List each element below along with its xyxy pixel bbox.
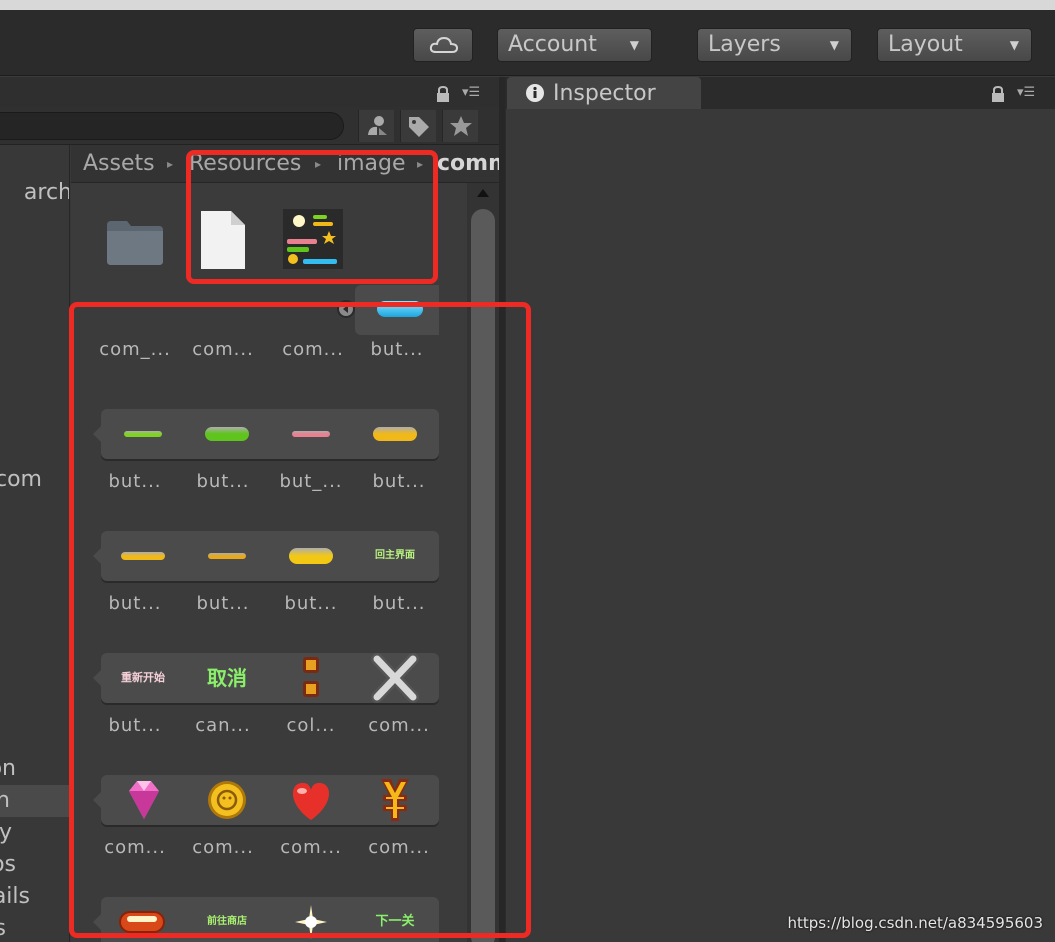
layers-dropdown[interactable]: Layers ▼ — [697, 28, 852, 62]
info-icon — [526, 84, 544, 102]
layout-label: Layout — [888, 32, 963, 57]
account-dropdown[interactable]: Account ▼ — [497, 28, 652, 62]
folder-icon — [107, 221, 163, 265]
filter-by-type-button[interactable] — [358, 110, 394, 142]
inspector-header: Inspector ▾☰ — [505, 77, 1055, 109]
tree-item[interactable]: on — [0, 753, 69, 785]
inspector-tab-label: Inspector — [553, 81, 656, 106]
lock-icon[interactable] — [436, 86, 450, 102]
search-input[interactable] — [0, 112, 344, 140]
panel-menu-icon[interactable]: ▾☰ — [1017, 85, 1035, 100]
chevron-down-icon: ▼ — [1009, 38, 1019, 52]
tree-item[interactable]: os — [0, 849, 69, 881]
panel-menu-icon[interactable]: ▾☰ — [462, 85, 480, 100]
annotation-box-top — [186, 150, 438, 284]
inspector-body — [505, 109, 1055, 942]
annotation-box-sprites — [69, 302, 531, 938]
breadcrumb-separator-icon: ▸ — [167, 157, 174, 171]
window-top-strip — [0, 0, 1055, 10]
favorites-button[interactable] — [442, 110, 478, 142]
tab-inspector[interactable]: Inspector — [507, 77, 701, 109]
chevron-down-icon: ▼ — [829, 38, 839, 52]
tree-item[interactable]: com — [0, 464, 69, 496]
filter-type-icon — [367, 116, 387, 135]
breadcrumb-item[interactable]: Assets — [83, 145, 155, 182]
tree-item[interactable]: s — [0, 913, 69, 942]
breadcrumb-current: comm — [437, 151, 499, 176]
tag-icon — [408, 117, 429, 137]
main-toolbar: Account ▼ Layers ▼ Layout ▼ — [0, 10, 1055, 76]
layers-label: Layers — [708, 32, 781, 57]
layout-dropdown[interactable]: Layout ▼ — [877, 28, 1032, 62]
star-icon — [449, 116, 472, 136]
tree-item[interactable]: arch — [0, 177, 69, 209]
inspector-panel: Inspector ▾☰ — [505, 77, 1055, 942]
watermark: https://blog.csdn.net/a834595603 — [787, 914, 1043, 932]
tree-item[interactable]: y — [0, 817, 69, 849]
account-label: Account — [508, 32, 597, 57]
project-panel-header: ▾☰ — [0, 77, 499, 107]
search-row — [0, 107, 499, 145]
scroll-up-arrow-icon[interactable] — [477, 189, 489, 197]
tree-item-selected[interactable]: n — [0, 785, 69, 817]
cloud-button[interactable] — [413, 28, 473, 62]
chevron-down-icon: ▼ — [629, 38, 639, 52]
unity-editor-window: Account ▼ Layers ▼ Layout ▼ ▾☰ arch om n… — [0, 0, 1055, 942]
lock-icon[interactable] — [991, 86, 1005, 102]
tree-item[interactable]: ails — [0, 881, 69, 913]
folder-asset[interactable] — [93, 207, 177, 297]
cloud-icon — [429, 36, 459, 53]
folder-tree: arch com on n y os ails s — [0, 145, 70, 942]
filter-by-label-button[interactable] — [400, 110, 436, 142]
